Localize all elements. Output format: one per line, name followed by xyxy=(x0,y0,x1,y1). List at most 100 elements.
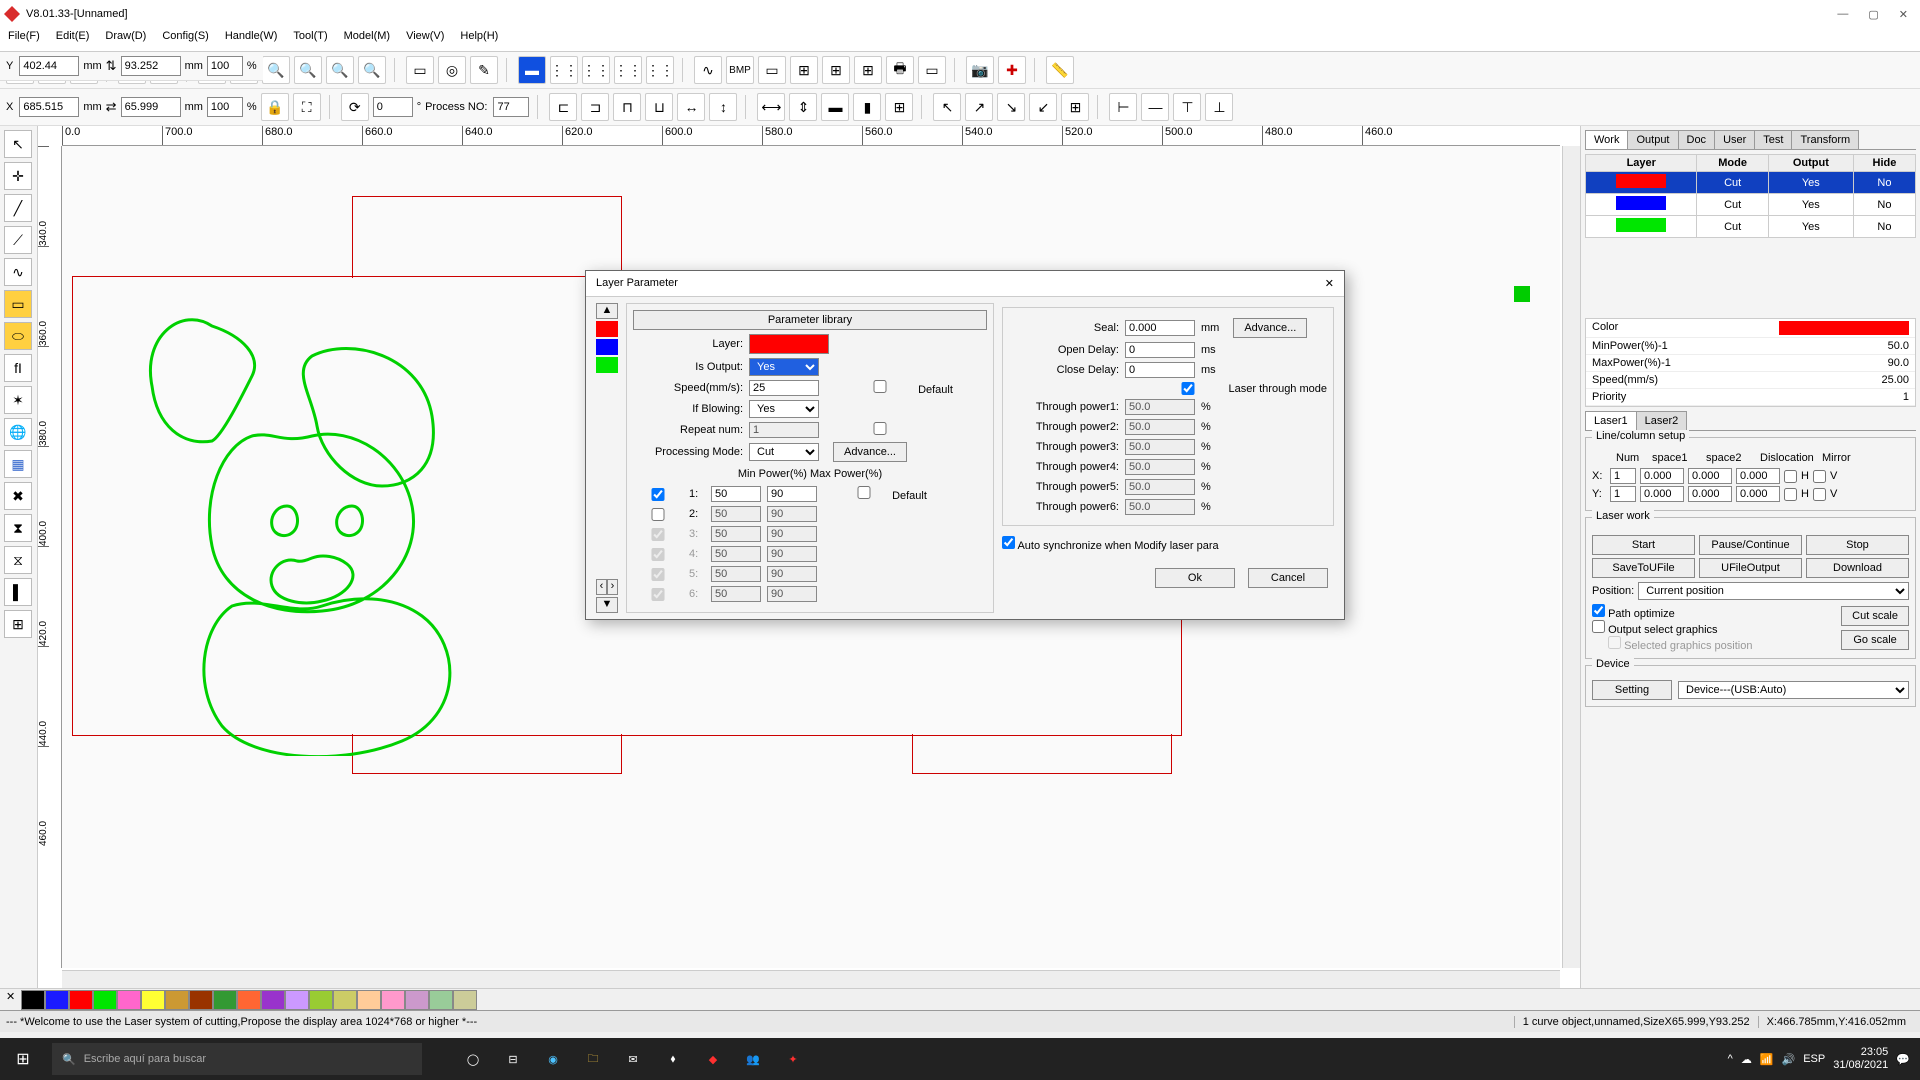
y-input[interactable] xyxy=(19,56,79,76)
dialog-close-icon[interactable]: ✕ xyxy=(1325,277,1334,290)
array2-icon[interactable]: ⋮⋮ xyxy=(582,56,610,84)
a11-icon[interactable]: ⊞ xyxy=(885,93,913,121)
advance2-button[interactable]: Advance... xyxy=(1233,318,1307,338)
menu-view[interactable]: View(V) xyxy=(406,30,444,49)
menu-model[interactable]: Model(M) xyxy=(344,30,390,49)
task-view-icon[interactable]: ◯ xyxy=(458,1044,488,1074)
blowing-select[interactable]: Yes xyxy=(749,400,819,418)
w-input[interactable] xyxy=(121,97,181,117)
color-swatch[interactable] xyxy=(381,990,405,1010)
layer-swatch[interactable] xyxy=(596,321,618,337)
edge-icon[interactable]: ◉ xyxy=(538,1044,568,1074)
zoom-fit-icon[interactable]: 🔍 xyxy=(262,56,290,84)
align2-icon[interactable]: ⊞ xyxy=(822,56,850,84)
rect2-icon[interactable]: ▭ xyxy=(918,56,946,84)
curve-tool[interactable]: ∿ xyxy=(4,258,32,286)
zoom-all-icon[interactable]: 🔍 xyxy=(326,56,354,84)
target-icon[interactable]: ◎ xyxy=(438,56,466,84)
color-swatch[interactable] xyxy=(165,990,189,1010)
cut-scale-button[interactable]: Cut scale xyxy=(1841,606,1909,626)
x-input[interactable] xyxy=(19,97,79,117)
rect-tool[interactable]: ▭ xyxy=(4,290,32,318)
layer-swatch[interactable] xyxy=(596,339,618,355)
mail-icon[interactable]: ✉ xyxy=(618,1044,648,1074)
a10-icon[interactable]: ▮ xyxy=(853,93,881,121)
plus-icon[interactable]: ✚ xyxy=(998,56,1026,84)
print-icon[interactable]: 🖶 xyxy=(886,56,914,84)
polyline-tool[interactable]: ⟋ xyxy=(4,226,32,254)
layer-table[interactable]: LayerModeOutputHide CutYesNo CutYesNo Cu… xyxy=(1585,154,1916,238)
process-input[interactable] xyxy=(493,97,529,117)
a5-icon[interactable]: ↔ xyxy=(677,93,705,121)
menu-draw[interactable]: Draw(D) xyxy=(105,30,146,49)
link2-icon[interactable]: ⇅ xyxy=(106,58,117,74)
table-row[interactable]: CutYesNo xyxy=(1586,194,1916,216)
zoom-sel-icon[interactable]: 🔍 xyxy=(294,56,322,84)
menu-help[interactable]: Help(H) xyxy=(460,30,498,49)
line-tool[interactable]: ╱ xyxy=(4,194,32,222)
a14-icon[interactable]: ↘ xyxy=(997,93,1025,121)
seal-input[interactable] xyxy=(1125,320,1195,336)
scroll-left-icon[interactable]: ‹ xyxy=(596,579,607,595)
maximize-button[interactable]: ▢ xyxy=(1868,8,1878,21)
align3-icon[interactable]: ⊞ xyxy=(854,56,882,84)
color-swatch[interactable] xyxy=(453,990,477,1010)
color-swatch[interactable] xyxy=(213,990,237,1010)
table-row[interactable]: CutYesNo xyxy=(1586,172,1916,194)
world-icon[interactable]: 🌐 xyxy=(4,418,32,446)
explorer-icon[interactable]: 🗀 xyxy=(578,1044,608,1074)
zoom-page-icon[interactable]: 🔍 xyxy=(358,56,386,84)
align1-icon[interactable]: ⊞ xyxy=(790,56,818,84)
color-swatch[interactable] xyxy=(45,990,69,1010)
rect-icon[interactable]: ▭ xyxy=(758,56,786,84)
a1-icon[interactable]: ⊏ xyxy=(549,93,577,121)
laser2-check[interactable] xyxy=(633,508,683,521)
array4-icon[interactable]: ⋮⋮ xyxy=(646,56,674,84)
stop-button[interactable]: Stop xyxy=(1806,535,1909,555)
a3-icon[interactable]: ⊓ xyxy=(613,93,641,121)
tray-clock[interactable]: 23:0531/08/2021 xyxy=(1833,1046,1888,1072)
select-tool[interactable]: ↖ xyxy=(4,130,32,158)
go-scale-button[interactable]: Go scale xyxy=(1841,630,1909,650)
autosync-check[interactable] xyxy=(1002,536,1015,549)
a12-icon[interactable]: ↖ xyxy=(933,93,961,121)
lock-icon[interactable]: 🔒 xyxy=(261,93,289,121)
minimize-button[interactable]: — xyxy=(1837,8,1848,21)
layer-up-icon[interactable]: ▲ xyxy=(596,303,618,319)
table-row[interactable]: CutYesNo xyxy=(1586,216,1916,238)
setting-button[interactable]: Setting xyxy=(1592,680,1672,700)
ellipse-tool[interactable]: ⬭ xyxy=(4,322,32,350)
close-button[interactable]: ✕ xyxy=(1899,8,1908,21)
ok-button[interactable]: Ok xyxy=(1155,568,1235,588)
repeat-check[interactable] xyxy=(845,422,915,435)
color-swatch[interactable] xyxy=(189,990,213,1010)
curve-icon[interactable]: ∿ xyxy=(694,56,722,84)
color-swatch[interactable] xyxy=(117,990,141,1010)
color-swatch[interactable] xyxy=(21,990,45,1010)
dropbox-icon[interactable]: ⬧ xyxy=(658,1044,688,1074)
layer-swatch[interactable] xyxy=(596,357,618,373)
a17-icon[interactable]: ⊢ xyxy=(1109,93,1137,121)
grid-tool[interactable]: ▦ xyxy=(4,450,32,478)
tab-test[interactable]: Test xyxy=(1754,130,1792,149)
teams-icon[interactable]: 👥 xyxy=(738,1044,768,1074)
laser1-check[interactable] xyxy=(633,488,683,501)
start-button[interactable]: ⊞ xyxy=(0,1049,46,1069)
link-icon[interactable]: ⇄ xyxy=(106,99,117,115)
tray-volume-icon[interactable]: 🔊 xyxy=(1782,1053,1796,1066)
menu-handle[interactable]: Handle(W) xyxy=(225,30,278,49)
array-icon[interactable]: ⋮⋮ xyxy=(550,56,578,84)
camera-icon[interactable]: 📷 xyxy=(966,56,994,84)
app-icon[interactable]: ◆ xyxy=(698,1044,728,1074)
cortana-icon[interactable]: ⊟ xyxy=(498,1044,528,1074)
a4-icon[interactable]: ⊔ xyxy=(645,93,673,121)
scroll-right-icon[interactable]: › xyxy=(607,579,618,595)
speed-default-check[interactable] xyxy=(845,380,915,393)
tab-doc[interactable]: Doc xyxy=(1678,130,1716,149)
preview-icon[interactable]: ▬ xyxy=(518,56,546,84)
align-tool[interactable]: ▌ xyxy=(4,578,32,606)
tab-transform[interactable]: Transform xyxy=(1791,130,1859,149)
open-delay-input[interactable] xyxy=(1125,342,1195,358)
rot-input[interactable] xyxy=(373,97,413,117)
a2-icon[interactable]: ⊐ xyxy=(581,93,609,121)
